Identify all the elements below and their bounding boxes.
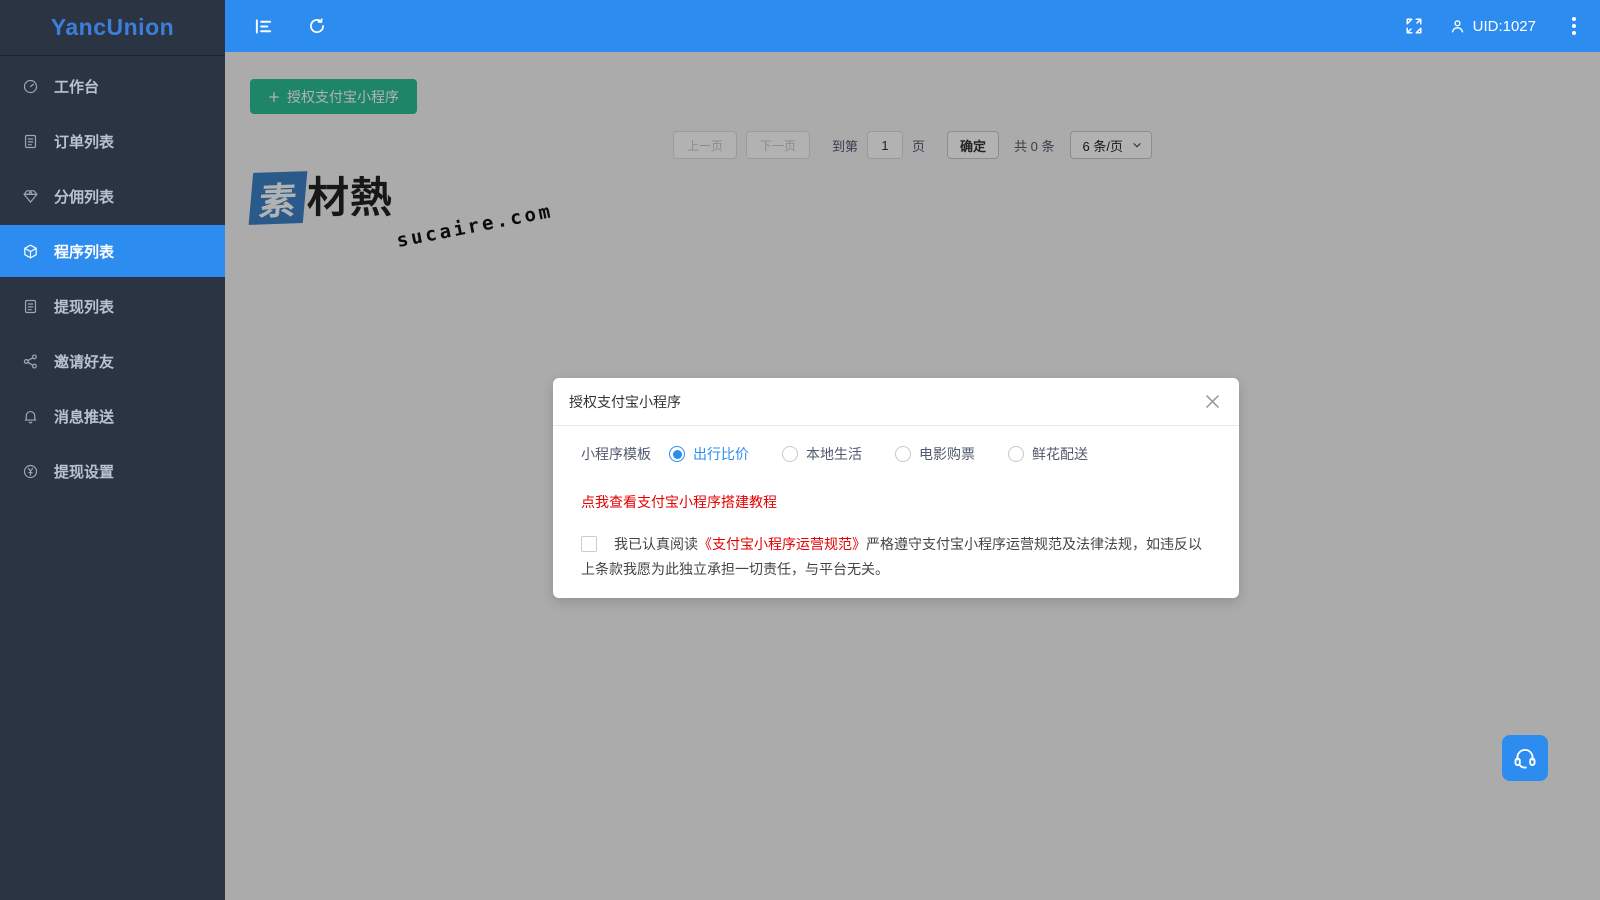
menu-fold-icon — [255, 18, 271, 34]
order-list-icon — [24, 134, 37, 148]
fullscreen-icon — [1406, 18, 1422, 34]
sidebar-item-label: 提现设置 — [54, 463, 115, 481]
template-radio-group: 小程序模板 出行比价 本地生活 电影购票 鲜花配送 — [581, 444, 1211, 464]
radio-option-movie-tickets[interactable]: 电影购票 — [895, 444, 975, 464]
radio-label: 鲜花配送 — [1032, 446, 1088, 462]
sidebar-item-label: 工作台 — [54, 78, 100, 96]
invite-share-icon — [23, 353, 37, 369]
radio-option-travel-compare[interactable]: 出行比价 — [669, 444, 749, 464]
radio-selected-icon — [669, 446, 685, 462]
sidebar: YancUnion 工作台 订单列表 分佣列表 程序列表 提现列表 邀请好友 消… — [0, 0, 225, 900]
headset-icon — [1514, 749, 1536, 769]
brand-logo: YancUnion — [0, 0, 225, 56]
agreement-text: 我已认真阅读《支付宝小程序运营规范》严格遵守支付宝小程序运营规范及法律法规，如违… — [581, 532, 1211, 582]
topbar-left — [243, 0, 337, 52]
kebab-icon — [1572, 17, 1576, 21]
tutorial-link[interactable]: 点我查看支付宝小程序搭建教程 — [581, 492, 1211, 512]
radio-option-flower-delivery[interactable]: 鲜花配送 — [1008, 444, 1088, 464]
radio-option-local-life[interactable]: 本地生活 — [782, 444, 862, 464]
refresh-button[interactable] — [297, 0, 337, 52]
commission-gem-icon — [23, 189, 38, 203]
radio-unselected-icon — [895, 446, 911, 462]
withdraw-list-icon — [24, 299, 37, 313]
radio-unselected-icon — [1008, 446, 1024, 462]
fullscreen-button[interactable] — [1405, 0, 1423, 52]
agreement-prefix: 我已认真阅读 — [614, 536, 698, 552]
withdraw-settings-yen-icon — [23, 464, 38, 478]
sidebar-item-label: 提现列表 — [54, 298, 115, 316]
sidebar-item-invite[interactable]: 邀请好友 — [0, 335, 225, 387]
template-label: 小程序模板 — [581, 446, 651, 462]
dashboard-icon — [23, 79, 38, 93]
topbar-right: UID:1027 — [1405, 0, 1586, 52]
sidebar-item-workbench[interactable]: 工作台 — [0, 60, 225, 112]
sidebar-menu: 工作台 订单列表 分佣列表 程序列表 提现列表 邀请好友 消息推送 提现设置 — [0, 56, 225, 497]
sidebar-item-messages[interactable]: 消息推送 — [0, 390, 225, 442]
app-window: YancUnion 工作台 订单列表 分佣列表 程序列表 提现列表 邀请好友 消… — [0, 0, 1600, 900]
modal-title: 授权支付宝小程序 — [569, 393, 681, 410]
agreement-policy-link[interactable]: 《支付宝小程序运营规范》 — [698, 536, 866, 552]
refresh-icon — [310, 18, 325, 34]
authorize-modal: 授权支付宝小程序 小程序模板 出行比价 本地生活 电影购票 鲜花配送 点我查看支… — [553, 378, 1239, 598]
radio-label: 出行比价 — [693, 446, 749, 462]
customer-service-button[interactable] — [1502, 735, 1548, 781]
agreement-checkbox[interactable] — [581, 536, 597, 552]
modal-header: 授权支付宝小程序 — [553, 378, 1239, 426]
sidebar-item-label: 程序列表 — [54, 243, 115, 261]
user-menu[interactable]: UID:1027 — [1449, 18, 1536, 35]
sidebar-item-label: 分佣列表 — [54, 188, 115, 206]
topbar: UID:1027 — [225, 0, 1600, 52]
radio-label: 本地生活 — [806, 446, 862, 462]
program-cube-icon — [24, 244, 37, 258]
radio-unselected-icon — [782, 446, 798, 462]
radio-label: 电影购票 — [919, 446, 975, 462]
modal-body: 小程序模板 出行比价 本地生活 电影购票 鲜花配送 点我查看支付宝小程序搭建教程… — [553, 426, 1239, 598]
collapse-menu-button[interactable] — [243, 0, 283, 52]
more-options-button[interactable] — [1562, 11, 1586, 41]
sidebar-item-withdraw-list[interactable]: 提现列表 — [0, 280, 225, 332]
message-bell-icon — [24, 410, 37, 423]
uid-label: UID:1027 — [1472, 17, 1536, 35]
user-icon — [1451, 19, 1463, 33]
sidebar-item-withdraw-settings[interactable]: 提现设置 — [0, 445, 225, 497]
sidebar-item-orders[interactable]: 订单列表 — [0, 115, 225, 167]
sidebar-item-label: 邀请好友 — [54, 353, 115, 371]
close-icon — [1205, 395, 1219, 408]
sidebar-item-label: 订单列表 — [54, 133, 115, 151]
sidebar-item-programs[interactable]: 程序列表 — [0, 225, 225, 277]
sidebar-item-commission[interactable]: 分佣列表 — [0, 170, 225, 222]
modal-close-button[interactable] — [1201, 391, 1223, 413]
sidebar-item-label: 消息推送 — [54, 408, 115, 426]
